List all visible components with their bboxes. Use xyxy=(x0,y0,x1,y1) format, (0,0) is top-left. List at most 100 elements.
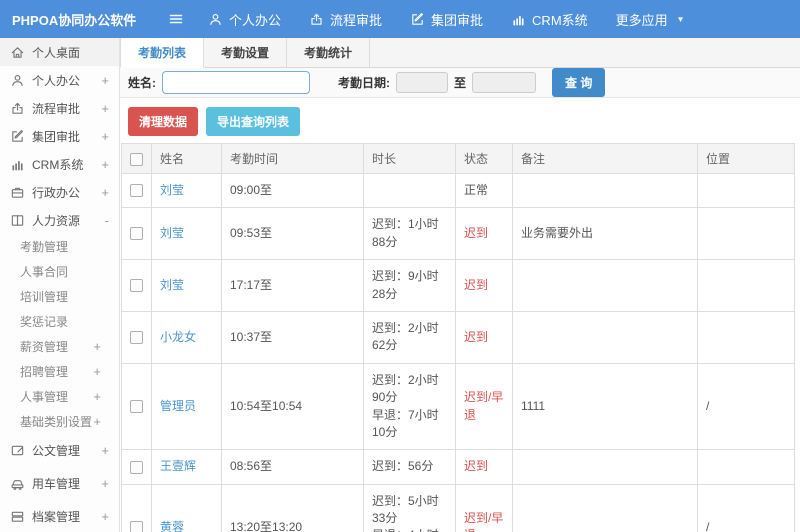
status-badge: 正常 xyxy=(455,172,513,209)
name-input[interactable] xyxy=(162,71,310,94)
date-label: 考勤日期: xyxy=(338,76,390,90)
sidebar-subitem[interactable]: 培训管理 xyxy=(0,284,119,309)
attendance-time: 08:56至 xyxy=(221,449,364,485)
sidebar-subitem[interactable]: 人事管理 + xyxy=(0,384,119,409)
status-badge: 迟到 xyxy=(455,449,513,485)
row-checkbox[interactable] xyxy=(130,330,143,344)
sidebar-item[interactable]: 行政办公 + xyxy=(0,178,119,206)
expand-toggle-icon[interactable]: + xyxy=(101,129,109,144)
row-checkbox[interactable] xyxy=(130,400,143,414)
table-row: 小龙女 10:37至 迟到：2小时62分 迟到 xyxy=(121,310,795,364)
sidebar-subitem[interactable]: 人事合同 xyxy=(0,259,119,284)
duration: 迟到：56分 xyxy=(363,449,456,485)
table-row: 黄蓉 13:20至13:20 迟到：5小时33分早退：4小时67分 迟到/早退 … xyxy=(121,483,795,532)
chart-icon xyxy=(511,12,526,27)
user-icon xyxy=(208,12,223,27)
employee-name-link[interactable]: 小龙女 xyxy=(160,330,196,344)
expand-toggle-icon[interactable]: + xyxy=(101,101,109,116)
topnav-item[interactable]: 更多应用 ▼ xyxy=(602,0,699,38)
expand-toggle-icon[interactable]: + xyxy=(101,157,109,172)
sidebar-item[interactable]: CRM系统 + xyxy=(0,150,119,178)
employee-name-link[interactable]: 管理员 xyxy=(160,399,196,413)
employee-name-link[interactable]: 王壹辉 xyxy=(160,459,196,473)
sidebar: 个人桌面 个人办公 + 流程审批 + 集团审批 + CRM系统 + 行政办公 +… xyxy=(0,38,120,532)
duration: 迟到：2小时62分 xyxy=(363,310,456,364)
edit-icon xyxy=(410,12,425,27)
expand-toggle-icon[interactable]: + xyxy=(101,476,109,491)
topnav-item[interactable]: 流程审批 xyxy=(295,0,396,38)
sidebar-item[interactable]: 人力资源 - xyxy=(0,206,119,234)
sidebar-subitem[interactable]: 薪资管理 + xyxy=(0,334,119,359)
topnav-item[interactable]: 个人办公 xyxy=(194,0,295,38)
table-row: 管理员 10:54至10:54 迟到：2小时90分 早退：7小时10分 迟到/早退… xyxy=(121,362,795,451)
sidebar-item[interactable]: 集团审批 + xyxy=(0,122,119,150)
book-icon xyxy=(10,213,25,228)
note: 业务需要外出 xyxy=(512,207,698,261)
tab[interactable]: 考勤统计 xyxy=(287,38,371,68)
action-bar: 清理数据 导出查询列表 xyxy=(120,98,800,143)
sidebar-item[interactable]: 流程审批 + xyxy=(0,94,119,122)
expand-toggle-icon[interactable]: + xyxy=(101,73,109,88)
table-row: 刘莹 09:53至 迟到：1小时88分 迟到 业务需要外出 xyxy=(121,207,795,261)
topnav-item[interactable]: CRM系统 xyxy=(497,0,602,38)
sidebar-item[interactable]: 档案管理 + xyxy=(0,500,119,532)
topnav-item[interactable]: 集团审批 xyxy=(396,0,497,38)
note xyxy=(512,449,698,485)
sidebar-item[interactable]: 个人桌面 xyxy=(0,38,119,66)
topbar: PHPOA协同办公软件 个人办公 流程审批 集团审批 CRM系统 更多应用 ▼ xyxy=(0,0,800,38)
export-list-button[interactable]: 导出查询列表 xyxy=(206,107,301,136)
note xyxy=(512,310,698,364)
sidebar-subitem[interactable]: 基础类别设置 + xyxy=(0,409,119,434)
search-button[interactable]: 查 询 xyxy=(552,68,606,97)
row-checkbox[interactable] xyxy=(130,184,143,198)
duration: 迟到：9小时28分 xyxy=(363,259,456,312)
expand-toggle-icon[interactable]: + xyxy=(93,364,101,379)
sidebar-item[interactable]: 用车管理 + xyxy=(0,467,119,500)
status-badge: 迟到 xyxy=(455,259,513,312)
sidebar-subitem[interactable]: 考勤管理 xyxy=(0,234,119,259)
expand-toggle-icon[interactable]: + xyxy=(101,185,109,200)
col-header-note: 备注 xyxy=(512,143,698,174)
sidebar-item[interactable]: 个人办公 + xyxy=(0,66,119,94)
sidebar-subitem[interactable]: 奖惩记录 xyxy=(0,309,119,334)
expand-toggle-icon[interactable]: + xyxy=(93,339,101,354)
attendance-time: 17:17至 xyxy=(221,259,364,312)
tab[interactable]: 考勤设置 xyxy=(204,38,288,68)
sidebar-subitem[interactable]: 招聘管理 + xyxy=(0,359,119,384)
duration: 迟到：5小时33分早退：4小时67分 xyxy=(363,483,456,532)
expand-toggle-icon[interactable]: + xyxy=(101,443,109,458)
name-label: 姓名: xyxy=(128,76,156,90)
select-all-checkbox[interactable] xyxy=(130,152,143,166)
table-row: 刘莹 17:17至 迟到：9小时28分 迟到 xyxy=(121,259,795,312)
note xyxy=(512,259,698,312)
expand-toggle-icon[interactable]: + xyxy=(93,389,101,404)
sidebar-item[interactable]: 公文管理 + xyxy=(0,434,119,467)
duration: 迟到：1小时88分 xyxy=(363,207,456,261)
location xyxy=(697,172,795,209)
tab[interactable]: 考勤列表 xyxy=(120,38,205,68)
employee-name-link[interactable]: 刘莹 xyxy=(160,183,184,197)
date-to-input[interactable] xyxy=(472,72,537,93)
expand-toggle-icon[interactable]: - xyxy=(105,213,109,228)
row-checkbox[interactable] xyxy=(130,279,143,293)
duration: 迟到：2小时90分 早退：7小时10分 xyxy=(363,362,456,451)
row-checkbox[interactable] xyxy=(130,460,143,474)
menu-toggle-button[interactable] xyxy=(158,0,194,38)
row-checkbox[interactable] xyxy=(130,227,143,241)
duration xyxy=(363,172,456,209)
home-icon xyxy=(10,45,25,60)
row-checkbox[interactable] xyxy=(130,521,143,532)
attendance-time: 09:00至 xyxy=(221,172,364,209)
employee-name-link[interactable]: 刘莹 xyxy=(160,278,184,292)
expand-toggle-icon[interactable]: + xyxy=(93,414,101,429)
note: 1111 xyxy=(512,362,698,451)
date-from-input[interactable] xyxy=(396,72,448,93)
archive-icon xyxy=(10,509,25,524)
app-title: PHPOA协同办公软件 xyxy=(12,12,137,28)
col-header-time: 考勤时间 xyxy=(221,143,364,174)
expand-toggle-icon[interactable]: + xyxy=(101,509,109,524)
clean-data-button[interactable]: 清理数据 xyxy=(128,107,199,136)
employee-name-link[interactable]: 刘莹 xyxy=(160,226,184,240)
employee-name-link[interactable]: 黄蓉 xyxy=(160,520,184,532)
attendance-time: 09:53至 xyxy=(221,207,364,261)
